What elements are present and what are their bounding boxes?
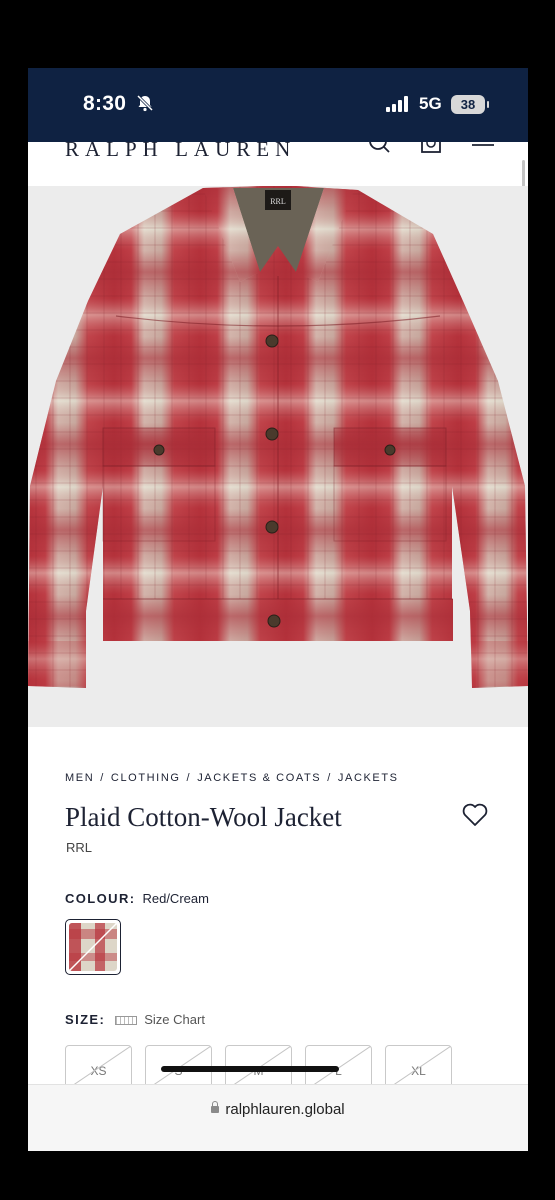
url-text: ralphlauren.global [225, 1101, 345, 1118]
network-type: 5G [419, 94, 442, 113]
swatch-pattern [69, 923, 117, 971]
breadcrumb-item-men[interactable]: MEN [65, 772, 94, 784]
menu-icon[interactable] [472, 142, 494, 159]
size-row: SIZE: Size Chart [65, 1012, 205, 1027]
status-bar: 8:30 5G 38 [28, 68, 528, 142]
url-display[interactable]: ralphlauren.global [28, 1101, 528, 1118]
status-time: 8:30 [83, 92, 127, 115]
signal-icon [386, 96, 408, 112]
heart-icon[interactable] [461, 801, 489, 829]
breadcrumb-item-jackets-coats[interactable]: JACKETS & COATS [197, 772, 321, 784]
ruler-icon [115, 1016, 138, 1026]
site-header: RALPH LAUREN [28, 142, 528, 187]
size-label: SIZE: [65, 1012, 106, 1027]
brand-logo[interactable]: RALPH LAUREN [65, 142, 296, 162]
breadcrumb: MEN / CLOTHING / JACKETS & COATS / JACKETS [65, 772, 399, 784]
size-chart-link[interactable]: Size Chart [115, 1012, 205, 1027]
product-sub-brand: RRL [66, 840, 93, 855]
product-title: Plaid Cotton-Wool Jacket [65, 802, 342, 832]
colour-label: COLOUR: [65, 891, 136, 906]
battery-indicator: 38 [451, 95, 489, 114]
breadcrumb-item-jackets[interactable]: JACKETS [338, 772, 399, 784]
svg-text:RRL: RRL [270, 197, 286, 206]
colour-swatch-red-cream[interactable] [65, 919, 121, 975]
home-indicator[interactable] [161, 1066, 339, 1072]
phone-screen: 8:30 5G 38 RALPH LAUREN RRL MEN / CLOTHI… [28, 68, 528, 1151]
colour-row: COLOUR: Red/Cream [65, 891, 209, 906]
breadcrumb-item-clothing[interactable]: CLOTHING [111, 772, 181, 784]
lock-icon [211, 1101, 220, 1113]
bell-slash-icon [136, 94, 154, 112]
colour-value: Red/Cream [142, 891, 209, 906]
browser-address-bar[interactable]: ralphlauren.global [28, 1084, 528, 1151]
size-chart-label: Size Chart [144, 1012, 205, 1027]
product-image[interactable]: RRL [28, 186, 528, 727]
search-icon[interactable] [368, 142, 392, 159]
bag-icon[interactable] [420, 142, 442, 159]
